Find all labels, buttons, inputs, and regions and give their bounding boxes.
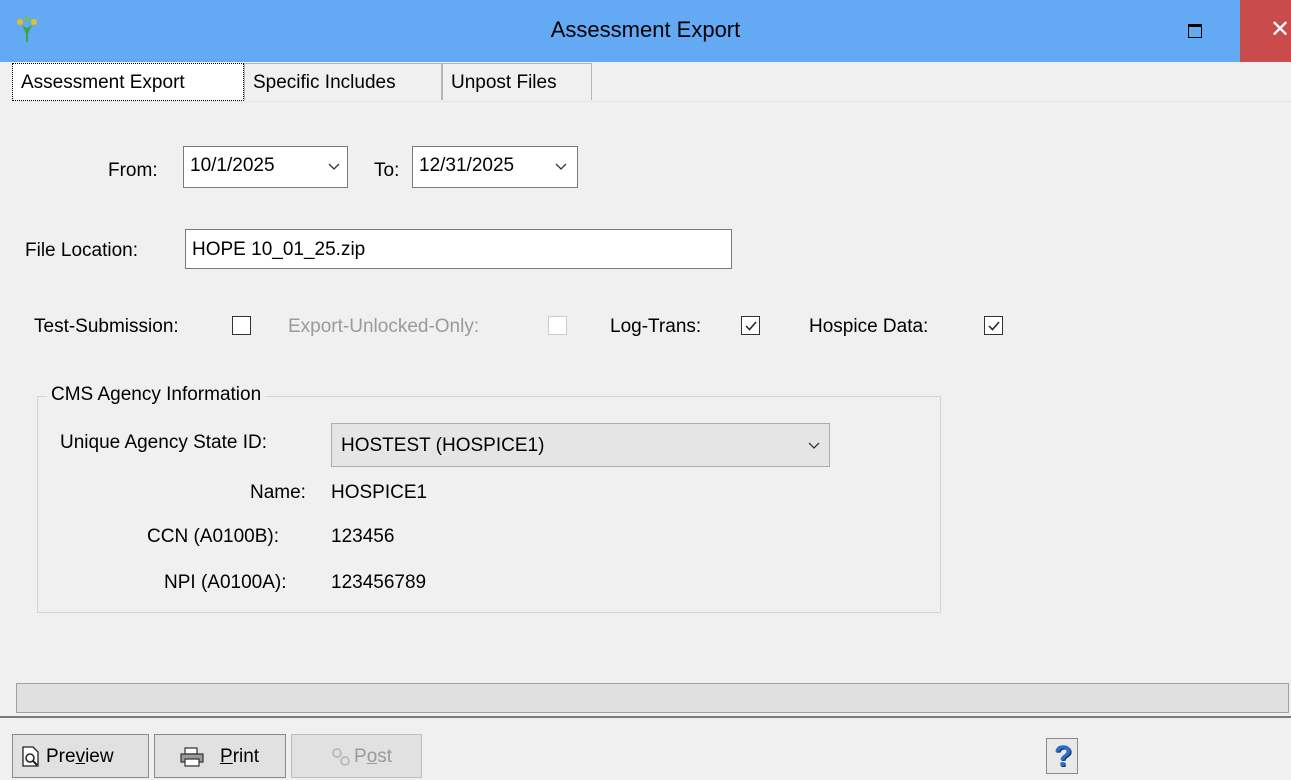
npi-value: 123456789 [331, 572, 427, 593]
export-unlocked-only-checkbox [548, 316, 567, 335]
to-date-value: 12/31/2025 [419, 155, 515, 176]
to-label: To: [374, 160, 400, 181]
help-icon: ? [1054, 740, 1073, 773]
chevron-down-icon [328, 163, 340, 174]
post-button[interactable]: Post [291, 734, 422, 778]
hospice-data-checkbox[interactable] [984, 316, 1003, 335]
help-button[interactable]: ? [1046, 738, 1078, 774]
preview-label: Preview [46, 746, 114, 767]
maximize-icon [1188, 24, 1202, 38]
test-submission-checkbox[interactable] [232, 316, 251, 335]
file-location-input[interactable]: HOPE 10_01_25.zip [185, 229, 732, 269]
state-id-label: Unique Agency State ID: [60, 432, 268, 453]
file-location-value: HOPE 10_01_25.zip [192, 239, 366, 260]
checkmark-icon [745, 321, 757, 331]
cms-agency-group-title: CMS Agency Information [47, 384, 266, 406]
from-date-value: 10/1/2025 [190, 155, 275, 176]
chevron-down-icon [555, 163, 567, 174]
ccn-value: 123456 [331, 526, 395, 547]
maximize-button[interactable] [1166, 0, 1230, 62]
log-trans-checkbox[interactable] [741, 316, 760, 335]
gears-icon [332, 748, 350, 766]
tab-unpost-files[interactable]: Unpost Files [442, 63, 592, 100]
close-button[interactable]: ✕ [1240, 0, 1291, 62]
title-bar: Assessment Export ✕ [0, 0, 1291, 62]
file-location-label: File Location: [25, 240, 139, 261]
to-date-picker[interactable]: 12/31/2025 [412, 146, 578, 188]
hospice-data-label: Hospice Data: [809, 316, 929, 337]
print-label: Print [220, 746, 260, 767]
close-icon: ✕ [1270, 16, 1291, 43]
agency-name-value: HOSPICE1 [331, 482, 428, 503]
log-trans-label: Log-Trans: [610, 316, 702, 337]
preview-button[interactable]: Preview [12, 734, 149, 778]
state-id-value: HOSTEST (HOSPICE1) [341, 435, 545, 456]
window-title: Assessment Export [550, 17, 741, 42]
chevron-down-icon [808, 442, 820, 453]
tab-specific-includes[interactable]: Specific Includes [244, 63, 442, 100]
ccn-label: CCN (A0100B): [147, 526, 279, 547]
agency-name-label: Name: [250, 482, 306, 503]
checkmark-icon [988, 321, 1000, 331]
from-date-picker[interactable]: 10/1/2025 [183, 146, 348, 188]
preview-icon [22, 746, 39, 767]
print-button[interactable]: Print [154, 734, 286, 778]
state-id-dropdown[interactable]: HOSTEST (HOSPICE1) [331, 423, 830, 467]
status-bar [16, 683, 1289, 713]
printer-icon [180, 747, 204, 767]
npi-label: NPI (A0100A): [164, 572, 287, 593]
test-submission-label: Test-Submission: [34, 316, 179, 337]
from-label: From: [108, 160, 158, 181]
post-label: Post [354, 746, 393, 767]
export-unlocked-only-label: Export-Unlocked-Only: [288, 316, 480, 337]
tab-assessment-export[interactable]: Assessment Export [12, 63, 244, 101]
